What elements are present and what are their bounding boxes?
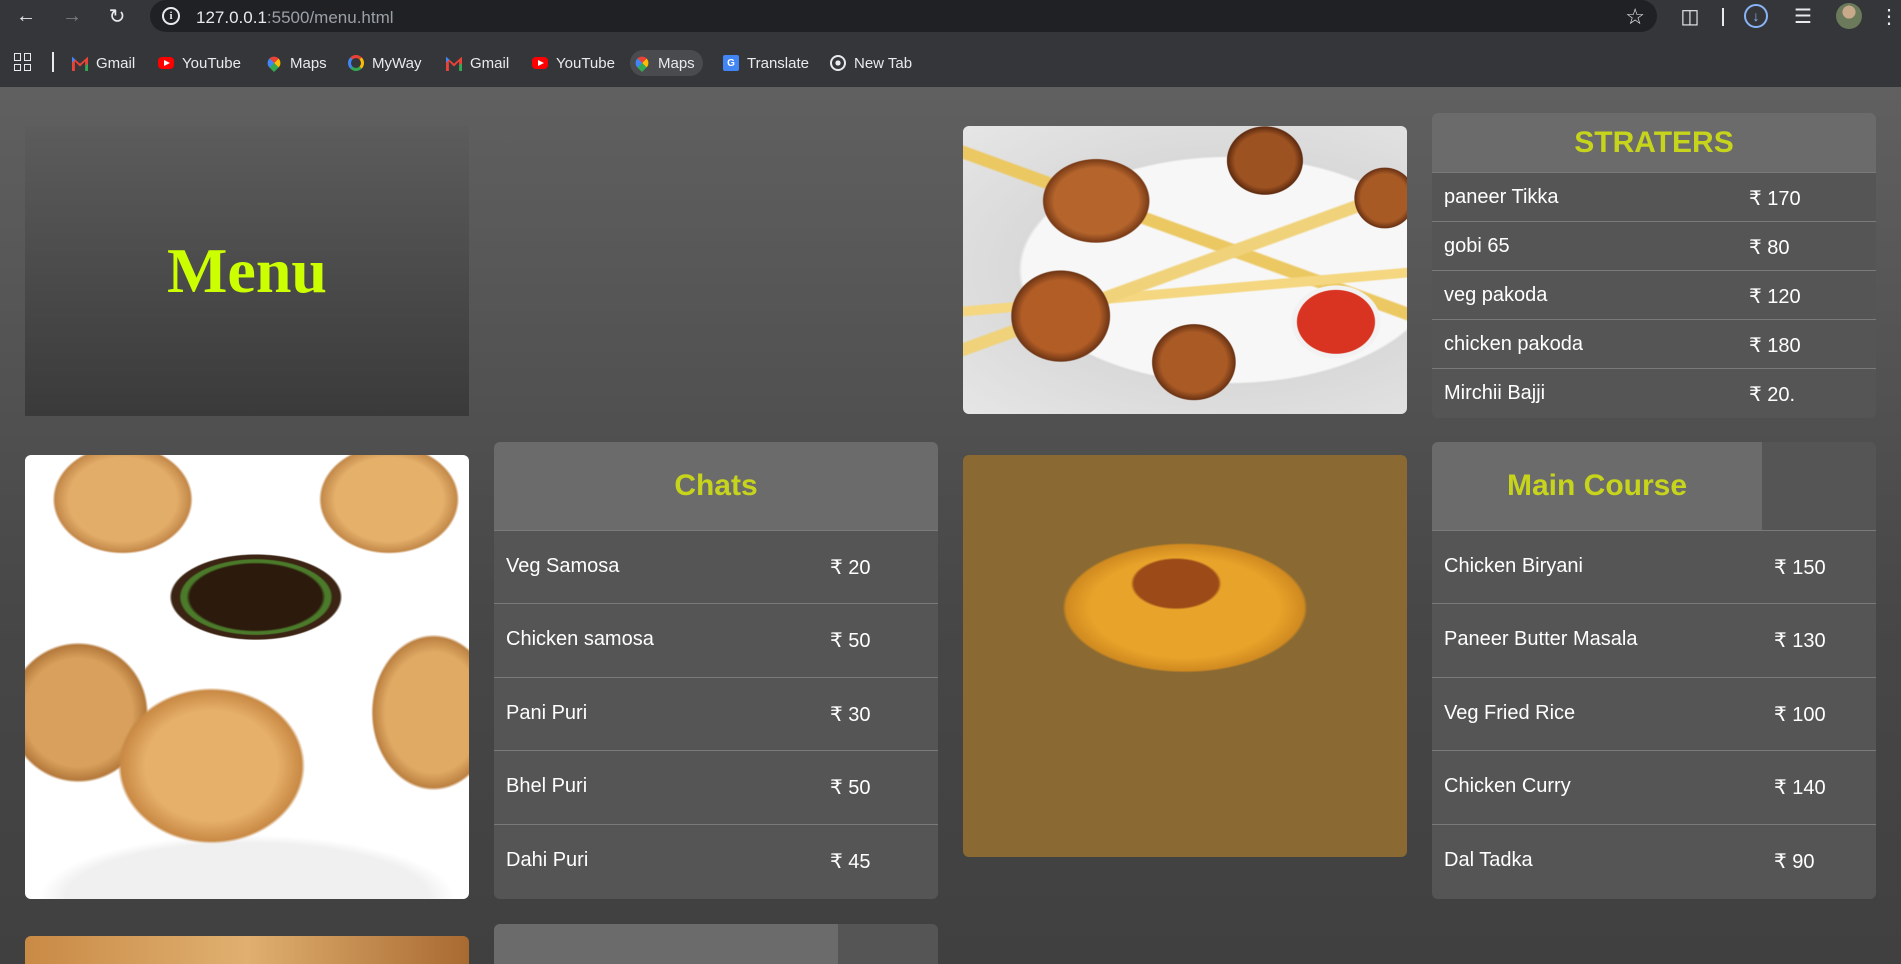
bookmarks-divider [52, 52, 54, 72]
menu-item: Veg Samosa ₹ 20 [494, 530, 938, 603]
menu-item: Paneer Butter Masala ₹ 130 [1432, 603, 1876, 677]
pakoda-photo [963, 126, 1407, 414]
apps-grid-icon[interactable] [14, 53, 32, 71]
bookmark-myway[interactable]: MyWay [344, 50, 429, 76]
youtube-icon [158, 57, 174, 69]
biryani-photo [963, 455, 1407, 857]
bookmark-youtube[interactable]: YouTube [154, 50, 249, 76]
menu-item: Chicken Curry ₹ 140 [1432, 750, 1876, 824]
title-panel: Menu [25, 126, 469, 416]
site-info-icon[interactable]: i [162, 7, 180, 25]
maps-icon [632, 53, 652, 73]
food-photo-partial [25, 936, 469, 964]
menu-item: Dahi Puri ₹ 45 [494, 824, 938, 899]
bookmark-translate[interactable]: G Translate [719, 50, 817, 76]
globe-icon [830, 55, 846, 71]
bookmark-maps[interactable]: Maps [262, 50, 335, 76]
pani-puri-photo [25, 455, 469, 899]
bookmark-youtube-2[interactable]: YouTube [528, 50, 623, 76]
menu-item: Pani Puri ₹ 30 [494, 677, 938, 750]
myway-icon [348, 55, 364, 71]
main-course-heading: Main Course [1432, 442, 1762, 530]
maps-icon [264, 53, 284, 73]
main-course-card: Main Course Chicken Biryani ₹ 150 Paneer… [1432, 442, 1876, 899]
menu-item: chicken pakoda ₹ 180 [1432, 319, 1876, 368]
menu-item: Veg Fried Rice ₹ 100 [1432, 677, 1876, 750]
menu-item: paneer Tikka ₹ 170 [1432, 172, 1876, 221]
youtube-icon [532, 57, 548, 69]
reload-icon[interactable]: ↻ [103, 2, 131, 30]
media-control-icon[interactable]: ☰ [1789, 2, 1817, 30]
starters-heading: STRATERS [1432, 113, 1876, 172]
bookmark-gmail-2[interactable]: Gmail [442, 50, 517, 76]
menu-item: gobi 65 ₹ 80 [1432, 221, 1876, 270]
bookmark-star-icon[interactable]: ☆ [1625, 4, 1645, 30]
menu-item: Chicken Biryani ₹ 150 [1432, 530, 1876, 603]
gmail-icon [446, 56, 462, 71]
page-title: Menu [167, 235, 327, 306]
toolbar-divider [1722, 8, 1724, 26]
menu-item: Dal Tadka ₹ 90 [1432, 824, 1876, 899]
translate-icon: G [723, 55, 739, 71]
card-heading-partial [494, 924, 838, 964]
forward-arrow-icon[interactable]: → [58, 2, 86, 30]
menu-card-partial [494, 924, 938, 964]
chats-heading: Chats [494, 442, 938, 530]
chats-card: Chats Veg Samosa ₹ 20 Chicken samosa ₹ 5… [494, 442, 938, 899]
profile-avatar[interactable] [1836, 3, 1862, 29]
download-icon[interactable]: ↓ [1744, 4, 1768, 28]
gmail-icon [72, 56, 88, 71]
menu-page: Menu STRATERS paneer Tikka ₹ 170 gobi 65… [0, 87, 1901, 964]
bookmark-maps-2[interactable]: Maps [630, 50, 703, 76]
menu-item: Chicken samosa ₹ 50 [494, 603, 938, 677]
bookmark-gmail[interactable]: Gmail [68, 50, 143, 76]
menu-item: Mirchii Bajji ₹ 20. [1432, 368, 1876, 418]
url-text[interactable]: 127.0.0.1:5500/menu.html [196, 8, 394, 28]
back-arrow-icon[interactable]: ← [12, 2, 40, 30]
menu-item: Bhel Puri ₹ 50 [494, 750, 938, 824]
starters-card: STRATERS paneer Tikka ₹ 170 gobi 65 ₹ 80… [1432, 113, 1876, 418]
extensions-icon[interactable]: ◫ [1676, 2, 1704, 30]
address-bar[interactable]: i 127.0.0.1:5500/menu.html ☆ [150, 0, 1657, 32]
bookmark-new-tab[interactable]: New Tab [826, 50, 920, 76]
menu-item: veg pakoda ₹ 120 [1432, 270, 1876, 319]
browser-toolbar: ← → ↻ i 127.0.0.1:5500/menu.html ☆ ◫ ↓ ☰… [0, 0, 1901, 32]
more-menu-icon[interactable]: ⋮ [1879, 2, 1899, 30]
